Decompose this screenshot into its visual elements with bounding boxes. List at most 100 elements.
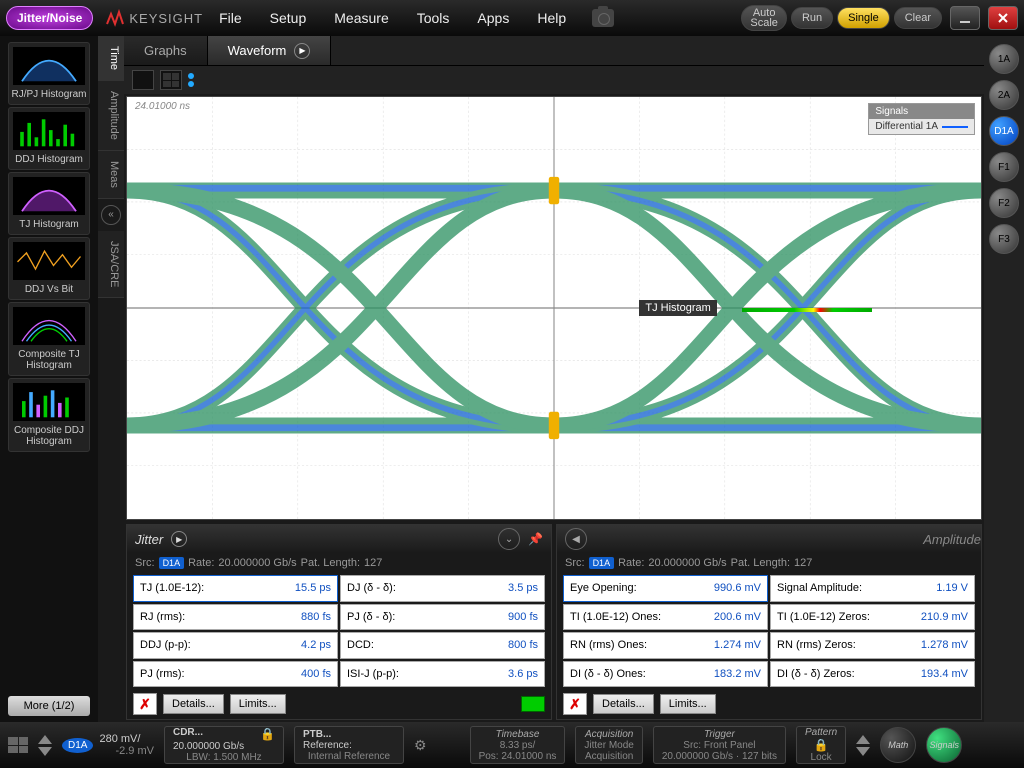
meas-cell[interactable]: RJ (rms):880 fs bbox=[133, 604, 338, 631]
trigger-status[interactable]: TriggerSrc: Front Panel20.000000 Gb/s · … bbox=[653, 726, 786, 764]
amplitude-info: Src:D1A Rate:20.000000 Gb/s Pat. Length:… bbox=[557, 553, 981, 573]
meas-cell[interactable]: TI (1.0E-12) Ones:200.6 mV bbox=[563, 604, 768, 631]
top-menu-bar: Jitter/Noise KEYSIGHT File Setup Measure… bbox=[0, 0, 1024, 36]
amplitude-panel: ◀ Amplitude Src:D1A Rate:20.000000 Gb/s … bbox=[556, 524, 982, 720]
pattern-status[interactable]: Pattern 🔒 Lock bbox=[796, 726, 846, 764]
nav-left-icon[interactable]: ◀ bbox=[565, 528, 587, 550]
waveform-toolbar bbox=[124, 66, 984, 94]
timebase-status[interactable]: Timebase8.33 ps/Pos: 24.01000 ns bbox=[470, 726, 566, 764]
tj-histogram-bar bbox=[742, 308, 872, 312]
cdr-status[interactable]: CDR...🔒 20.000000 Gb/sLBW: 1.500 MHz bbox=[164, 726, 284, 764]
mode-badge[interactable]: Jitter/Noise bbox=[6, 6, 93, 30]
nav-up-icon[interactable] bbox=[856, 735, 870, 744]
meas-cell[interactable]: TI (1.0E-12) Zeros:210.9 mV bbox=[770, 604, 975, 631]
vtab-time[interactable]: Time bbox=[98, 36, 124, 81]
plot-legend[interactable]: Signals Differential 1A bbox=[868, 103, 975, 135]
meas-cell[interactable]: Signal Amplitude:1.19 V bbox=[770, 575, 975, 602]
menu-setup[interactable]: Setup bbox=[258, 6, 319, 30]
ptb-status[interactable]: PTB...Reference:Internal Reference bbox=[294, 726, 404, 764]
thumb-ddj-vs-bit[interactable]: DDJ Vs Bit bbox=[8, 237, 90, 300]
amplitude-title: Amplitude bbox=[923, 532, 981, 547]
expand-down-icon[interactable]: ⌄ bbox=[498, 528, 520, 550]
channel-f2[interactable]: F2 bbox=[989, 188, 1019, 218]
math-button[interactable]: Math bbox=[880, 727, 916, 763]
channel-2a[interactable]: 2A bbox=[989, 80, 1019, 110]
meas-cell[interactable]: DDJ (p-p):4.2 ps bbox=[133, 632, 338, 659]
channel-1a[interactable]: 1A bbox=[989, 44, 1019, 74]
more-button[interactable]: More (1/2) bbox=[8, 696, 90, 716]
jitter-panel: Jitter ▶ ⌄ 📌 Src:D1A Rate:20.000000 Gb/s… bbox=[126, 524, 552, 720]
signals-button[interactable]: Signals bbox=[926, 727, 962, 763]
thumb-tj-histogram[interactable]: TJ Histogram bbox=[8, 172, 90, 235]
minimize-button[interactable] bbox=[950, 6, 980, 30]
left-thumbnail-rail: RJ/PJ Histogram DDJ Histogram TJ Histogr… bbox=[0, 36, 98, 722]
nav-down-icon[interactable] bbox=[856, 747, 870, 756]
display-tabs: Graphs Waveform▶ bbox=[124, 36, 984, 66]
brand-logo: KEYSIGHT bbox=[105, 7, 203, 29]
menu-measure[interactable]: Measure bbox=[322, 6, 400, 30]
layout-icon[interactable] bbox=[8, 737, 28, 753]
menu-tools[interactable]: Tools bbox=[405, 6, 462, 30]
thumb-rjpj-histogram[interactable]: RJ/PJ Histogram bbox=[8, 42, 90, 105]
meas-cell[interactable]: PJ (δ - δ):900 fs bbox=[340, 604, 545, 631]
amp-remove-button[interactable]: ✗ bbox=[563, 693, 587, 715]
acquisition-status[interactable]: AcquisitionJitter ModeAcquisition bbox=[575, 726, 642, 764]
meas-cell[interactable]: DI (δ - δ) Zeros:193.4 mV bbox=[770, 661, 975, 688]
scale-down-icon[interactable] bbox=[38, 747, 52, 756]
menu-file[interactable]: File bbox=[207, 6, 254, 30]
channel-f3[interactable]: F3 bbox=[989, 224, 1019, 254]
meas-cell[interactable]: RN (rms) Ones:1.274 mV bbox=[563, 632, 768, 659]
side-tabs: Time Amplitude Meas « JSA/CRE bbox=[98, 36, 124, 722]
amp-details-button[interactable]: Details... bbox=[593, 694, 654, 714]
single-button[interactable]: Single bbox=[837, 7, 890, 29]
jitter-limits-button[interactable]: Limits... bbox=[230, 694, 286, 714]
channel-f1[interactable]: F1 bbox=[989, 152, 1019, 182]
tab-waveform[interactable]: Waveform▶ bbox=[208, 36, 332, 65]
close-button[interactable] bbox=[988, 6, 1018, 30]
meas-cell[interactable]: DJ (δ - δ):3.5 ps bbox=[340, 575, 545, 602]
meas-cell[interactable]: RN (rms) Zeros:1.278 mV bbox=[770, 632, 975, 659]
vtab-amplitude[interactable]: Amplitude bbox=[98, 81, 124, 151]
meas-cell[interactable]: DI (δ - δ) Ones:183.2 mV bbox=[563, 661, 768, 688]
channel-d1a[interactable]: D1A bbox=[989, 116, 1019, 146]
vtab-meas[interactable]: Meas bbox=[98, 151, 124, 199]
signal-dots-icon[interactable] bbox=[188, 73, 194, 87]
jitter-play-icon[interactable]: ▶ bbox=[171, 531, 187, 547]
pin-icon[interactable]: 📌 bbox=[528, 532, 543, 546]
collapse-icon[interactable]: « bbox=[101, 205, 121, 225]
jitter-info: Src:D1A Rate:20.000000 Gb/s Pat. Length:… bbox=[127, 553, 551, 573]
status-bar: D1A 280 mV/-2.9 mV CDR...🔒 20.000000 Gb/… bbox=[0, 722, 1024, 768]
vertical-scale[interactable]: D1A 280 mV/-2.9 mV bbox=[62, 733, 154, 757]
scale-up-icon[interactable] bbox=[38, 735, 52, 744]
menu-help[interactable]: Help bbox=[525, 6, 578, 30]
meas-cell[interactable]: Eye Opening:990.6 mV bbox=[563, 575, 768, 602]
meas-cell[interactable]: ISI-J (p-p):3.6 ps bbox=[340, 661, 545, 688]
eye-diagram-plot[interactable]: 24.01000 ns Signals Differential 1A TJ H… bbox=[126, 96, 982, 520]
tj-histogram-label: TJ Histogram bbox=[639, 300, 716, 316]
layout-multi-icon[interactable] bbox=[160, 70, 182, 90]
autoscale-button[interactable]: AutoScale bbox=[741, 5, 787, 31]
layout-single-icon[interactable] bbox=[132, 70, 154, 90]
run-button[interactable]: Run bbox=[791, 7, 833, 29]
channel-rail: 1A 2A D1A F1 F2 F3 bbox=[984, 36, 1024, 722]
vtab-jsa[interactable]: JSA/CRE bbox=[98, 231, 124, 298]
status-green-icon bbox=[521, 696, 545, 712]
pattern-lock-icon: 🔒 bbox=[805, 738, 837, 752]
play-icon[interactable]: ▶ bbox=[294, 43, 310, 59]
meas-cell[interactable]: DCD:800 fs bbox=[340, 632, 545, 659]
jitter-details-button[interactable]: Details... bbox=[163, 694, 224, 714]
thumb-composite-ddj-histogram[interactable]: Composite DDJ Histogram bbox=[8, 378, 90, 452]
thumb-composite-tj-histogram[interactable]: Composite TJ Histogram bbox=[8, 302, 90, 376]
clear-button[interactable]: Clear bbox=[894, 7, 942, 29]
amp-limits-button[interactable]: Limits... bbox=[660, 694, 716, 714]
camera-icon[interactable] bbox=[592, 9, 614, 27]
menu-apps[interactable]: Apps bbox=[465, 6, 521, 30]
jitter-title: Jitter bbox=[135, 532, 163, 547]
meas-cell[interactable]: PJ (rms):400 fs bbox=[133, 661, 338, 688]
plot-timestamp: 24.01000 ns bbox=[135, 101, 190, 112]
meas-cell[interactable]: TJ (1.0E-12):15.5 ps bbox=[133, 575, 338, 602]
gear-icon[interactable]: ⚙ bbox=[414, 737, 427, 754]
jitter-remove-button[interactable]: ✗ bbox=[133, 693, 157, 715]
thumb-ddj-histogram[interactable]: DDJ Histogram bbox=[8, 107, 90, 170]
tab-graphs[interactable]: Graphs bbox=[124, 36, 208, 65]
